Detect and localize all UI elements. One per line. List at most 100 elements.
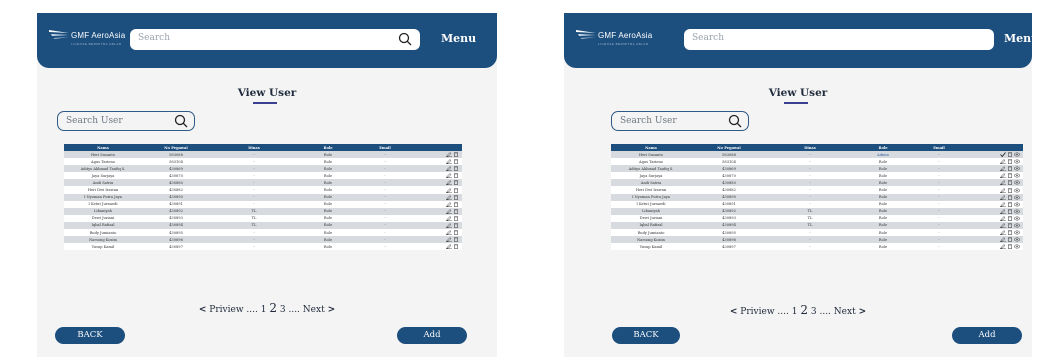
edit-icon[interactable] bbox=[999, 166, 1006, 172]
trash-icon[interactable] bbox=[1007, 237, 1013, 243]
search-icon[interactable] bbox=[398, 32, 412, 46]
table-row[interactable]: Andi Satria 430880- Role - bbox=[64, 179, 462, 187]
trash-icon[interactable] bbox=[1007, 244, 1013, 250]
page-3-link[interactable]: 3 bbox=[811, 307, 817, 317]
page-3-link[interactable]: 3 bbox=[280, 305, 286, 315]
add-button[interactable]: Add bbox=[397, 327, 467, 344]
page-2-link[interactable]: 2 bbox=[269, 301, 277, 315]
page-2-link[interactable]: 2 bbox=[800, 303, 808, 317]
user-search-input[interactable]: Search User bbox=[611, 111, 749, 131]
table-row[interactable]: Jaya Surjaya 430870- Role - bbox=[611, 172, 1023, 180]
trash-icon[interactable] bbox=[453, 230, 459, 236]
edit-icon[interactable] bbox=[445, 159, 452, 165]
edit-icon[interactable] bbox=[445, 237, 452, 243]
back-button[interactable]: BACK bbox=[55, 327, 125, 344]
table-row[interactable]: Adityo Akhmad Taufiq S. 430869- Role - bbox=[611, 165, 1023, 173]
table-row[interactable]: Agus Tarieno 583104- Role - bbox=[64, 158, 462, 166]
trash-icon[interactable] bbox=[453, 159, 459, 165]
table-row[interactable]: I Nyoman Putra Jaya 430890- Role - bbox=[611, 193, 1023, 201]
edit-icon[interactable] bbox=[445, 152, 452, 157]
table-row[interactable]: I Nyoman Putra Jaya 430890- Role - bbox=[64, 193, 462, 201]
eye-icon[interactable] bbox=[1014, 166, 1020, 171]
edit-icon[interactable] bbox=[999, 244, 1006, 250]
trash-icon[interactable] bbox=[1007, 166, 1013, 172]
edit-icon[interactable] bbox=[999, 187, 1006, 193]
trash-icon[interactable] bbox=[453, 216, 459, 221]
eye-icon[interactable] bbox=[1014, 244, 1020, 249]
trash-icon[interactable] bbox=[453, 237, 459, 243]
trash-icon[interactable] bbox=[1007, 230, 1013, 236]
trash-icon[interactable] bbox=[453, 173, 459, 179]
trash-icon[interactable] bbox=[1007, 159, 1013, 165]
menu-button[interactable]: Menu bbox=[1004, 32, 1032, 45]
edit-icon[interactable] bbox=[999, 201, 1006, 207]
edit-icon[interactable] bbox=[445, 230, 452, 236]
edit-icon[interactable] bbox=[445, 216, 452, 221]
trash-icon[interactable] bbox=[453, 188, 459, 193]
trash-icon[interactable] bbox=[453, 209, 459, 214]
trash-icon[interactable] bbox=[453, 195, 459, 200]
prev-page-link[interactable]: < Priview bbox=[199, 305, 244, 315]
table-row[interactable]: Iqbal Rafizal 430894 TL Role - bbox=[611, 221, 1023, 230]
table-row[interactable]: I Ketut Jurnaedi 430891- Role - bbox=[611, 200, 1023, 208]
trash-icon[interactable] bbox=[1007, 180, 1013, 186]
eye-icon[interactable] bbox=[1014, 216, 1020, 221]
table-row[interactable]: Rudy Jumianto 430895- Role - bbox=[611, 229, 1023, 237]
menu-button[interactable]: Menu bbox=[441, 32, 476, 45]
trash-icon[interactable] bbox=[1007, 209, 1013, 214]
table-row[interactable]: Adityo Akhmad Taufiq S. 430869- Role - bbox=[64, 165, 462, 173]
table-row[interactable]: Yusup Kamil 430897- Role - bbox=[611, 243, 1023, 251]
edit-icon[interactable] bbox=[999, 237, 1006, 243]
trash-icon[interactable] bbox=[453, 223, 459, 228]
next-page-link[interactable]: Next > bbox=[303, 305, 335, 315]
page-1-link[interactable]: 1 bbox=[792, 307, 798, 317]
table-row[interactable]: Dewi Juriani 430893 TL Role - bbox=[611, 214, 1023, 222]
edit-icon[interactable] bbox=[999, 159, 1006, 165]
trash-icon[interactable] bbox=[1007, 152, 1013, 158]
edit-icon[interactable] bbox=[445, 201, 452, 207]
table-row[interactable]: Agus Tarieno 583104- Role - bbox=[611, 158, 1023, 166]
edit-icon[interactable] bbox=[445, 166, 452, 172]
eye-icon[interactable] bbox=[1014, 223, 1020, 228]
eye-icon[interactable] bbox=[1014, 230, 1020, 235]
trash-icon[interactable] bbox=[453, 152, 459, 158]
eye-icon[interactable] bbox=[1014, 202, 1020, 207]
add-button[interactable]: Add bbox=[952, 327, 1022, 344]
eye-icon[interactable] bbox=[1014, 195, 1020, 200]
edit-icon[interactable] bbox=[445, 187, 452, 193]
prev-page-link[interactable]: < Priview bbox=[730, 307, 775, 317]
edit-icon[interactable] bbox=[445, 180, 452, 186]
table-row[interactable]: Heri Susanto 583088- Admin - bbox=[611, 151, 1023, 159]
edit-icon[interactable] bbox=[999, 194, 1006, 200]
edit-icon[interactable] bbox=[999, 230, 1006, 236]
header-search-input[interactable]: Search bbox=[684, 29, 994, 50]
trash-icon[interactable] bbox=[453, 166, 459, 172]
table-row[interactable]: Dewi Juriani 430893 TL Role - bbox=[64, 214, 462, 222]
search-icon[interactable] bbox=[728, 114, 742, 128]
trash-icon[interactable] bbox=[453, 180, 459, 186]
trash-icon[interactable] bbox=[453, 202, 459, 207]
table-row[interactable]: Iqbal Rafizal 430894 TL Role - bbox=[64, 221, 462, 230]
trash-icon[interactable] bbox=[453, 244, 459, 250]
table-row[interactable]: I Ketut Jurnaedi 430891- Role - bbox=[64, 200, 462, 208]
trash-icon[interactable] bbox=[1007, 202, 1013, 207]
table-row[interactable]: Narsong Kosim 430896- Role - bbox=[64, 236, 462, 244]
edit-icon[interactable] bbox=[999, 173, 1006, 179]
eye-icon[interactable] bbox=[1014, 209, 1020, 214]
eye-icon[interactable] bbox=[1014, 159, 1020, 164]
eye-icon[interactable] bbox=[1014, 173, 1020, 178]
table-row[interactable]: Rudy Jumianto 430895- Role - bbox=[64, 229, 462, 237]
table-row[interactable]: Heri Dwi Irawan 430882- Role - bbox=[611, 186, 1023, 194]
eye-icon[interactable] bbox=[1014, 237, 1020, 242]
user-search-input[interactable]: Search User bbox=[57, 111, 195, 131]
page-1-link[interactable]: 1 bbox=[261, 305, 267, 315]
trash-icon[interactable] bbox=[1007, 195, 1013, 200]
edit-icon[interactable] bbox=[445, 173, 452, 179]
trash-icon[interactable] bbox=[1007, 216, 1013, 221]
eye-icon[interactable] bbox=[1014, 152, 1020, 157]
table-row[interactable]: Narsong Kosim 430896- Role - bbox=[611, 236, 1023, 244]
edit-icon[interactable] bbox=[999, 216, 1006, 221]
edit-icon[interactable] bbox=[445, 244, 452, 250]
check-icon[interactable] bbox=[1000, 152, 1006, 158]
table-row[interactable]: Jaya Surjaya 430870- Role - bbox=[64, 172, 462, 180]
